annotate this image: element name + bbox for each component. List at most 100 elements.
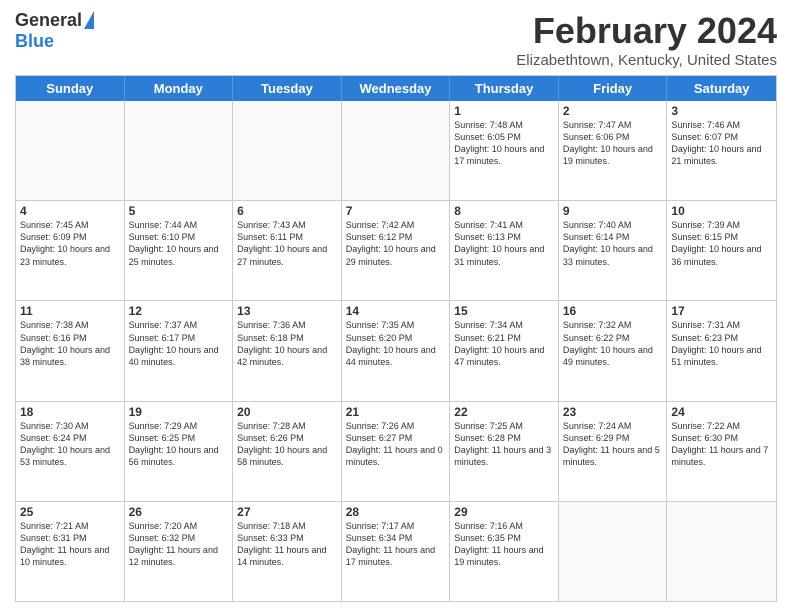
calendar-cell: 6Sunrise: 7:43 AM Sunset: 6:11 PM Daylig… [233, 201, 342, 300]
day-number: 1 [454, 104, 554, 118]
cell-info: Sunrise: 7:28 AM Sunset: 6:26 PM Dayligh… [237, 420, 337, 469]
calendar-cell: 12Sunrise: 7:37 AM Sunset: 6:17 PM Dayli… [125, 301, 234, 400]
main-title: February 2024 [516, 10, 777, 52]
cell-info: Sunrise: 7:35 AM Sunset: 6:20 PM Dayligh… [346, 319, 446, 368]
calendar-header-cell: Sunday [16, 76, 125, 101]
day-number: 15 [454, 304, 554, 318]
cell-info: Sunrise: 7:43 AM Sunset: 6:11 PM Dayligh… [237, 219, 337, 268]
cell-info: Sunrise: 7:31 AM Sunset: 6:23 PM Dayligh… [671, 319, 772, 368]
calendar-cell: 4Sunrise: 7:45 AM Sunset: 6:09 PM Daylig… [16, 201, 125, 300]
cell-info: Sunrise: 7:47 AM Sunset: 6:06 PM Dayligh… [563, 119, 663, 168]
calendar-cell: 5Sunrise: 7:44 AM Sunset: 6:10 PM Daylig… [125, 201, 234, 300]
calendar-header-cell: Wednesday [342, 76, 451, 101]
calendar-cell: 15Sunrise: 7:34 AM Sunset: 6:21 PM Dayli… [450, 301, 559, 400]
calendar-header-cell: Tuesday [233, 76, 342, 101]
calendar-cell [125, 101, 234, 200]
calendar-header: SundayMondayTuesdayWednesdayThursdayFrid… [16, 76, 776, 101]
day-number: 11 [20, 304, 120, 318]
calendar-cell [667, 502, 776, 601]
day-number: 26 [129, 505, 229, 519]
cell-info: Sunrise: 7:38 AM Sunset: 6:16 PM Dayligh… [20, 319, 120, 368]
day-number: 20 [237, 405, 337, 419]
calendar-row: 18Sunrise: 7:30 AM Sunset: 6:24 PM Dayli… [16, 402, 776, 502]
calendar-row: 1Sunrise: 7:48 AM Sunset: 6:05 PM Daylig… [16, 101, 776, 201]
logo: General Blue [15, 10, 94, 52]
calendar-row: 25Sunrise: 7:21 AM Sunset: 6:31 PM Dayli… [16, 502, 776, 601]
day-number: 10 [671, 204, 772, 218]
day-number: 18 [20, 405, 120, 419]
cell-info: Sunrise: 7:42 AM Sunset: 6:12 PM Dayligh… [346, 219, 446, 268]
cell-info: Sunrise: 7:30 AM Sunset: 6:24 PM Dayligh… [20, 420, 120, 469]
day-number: 17 [671, 304, 772, 318]
cell-info: Sunrise: 7:45 AM Sunset: 6:09 PM Dayligh… [20, 219, 120, 268]
cell-info: Sunrise: 7:17 AM Sunset: 6:34 PM Dayligh… [346, 520, 446, 569]
day-number: 23 [563, 405, 663, 419]
cell-info: Sunrise: 7:36 AM Sunset: 6:18 PM Dayligh… [237, 319, 337, 368]
day-number: 16 [563, 304, 663, 318]
calendar-header-cell: Thursday [450, 76, 559, 101]
calendar-cell: 27Sunrise: 7:18 AM Sunset: 6:33 PM Dayli… [233, 502, 342, 601]
cell-info: Sunrise: 7:34 AM Sunset: 6:21 PM Dayligh… [454, 319, 554, 368]
day-number: 29 [454, 505, 554, 519]
calendar-cell: 9Sunrise: 7:40 AM Sunset: 6:14 PM Daylig… [559, 201, 668, 300]
calendar-cell [559, 502, 668, 601]
day-number: 22 [454, 405, 554, 419]
calendar-body: 1Sunrise: 7:48 AM Sunset: 6:05 PM Daylig… [16, 101, 776, 601]
cell-info: Sunrise: 7:37 AM Sunset: 6:17 PM Dayligh… [129, 319, 229, 368]
calendar-cell: 23Sunrise: 7:24 AM Sunset: 6:29 PM Dayli… [559, 402, 668, 501]
calendar-cell: 11Sunrise: 7:38 AM Sunset: 6:16 PM Dayli… [16, 301, 125, 400]
day-number: 28 [346, 505, 446, 519]
cell-info: Sunrise: 7:21 AM Sunset: 6:31 PM Dayligh… [20, 520, 120, 569]
day-number: 13 [237, 304, 337, 318]
calendar-row: 11Sunrise: 7:38 AM Sunset: 6:16 PM Dayli… [16, 301, 776, 401]
day-number: 24 [671, 405, 772, 419]
day-number: 25 [20, 505, 120, 519]
cell-info: Sunrise: 7:44 AM Sunset: 6:10 PM Dayligh… [129, 219, 229, 268]
cell-info: Sunrise: 7:29 AM Sunset: 6:25 PM Dayligh… [129, 420, 229, 469]
day-number: 3 [671, 104, 772, 118]
day-number: 27 [237, 505, 337, 519]
logo-general: General [15, 10, 82, 31]
day-number: 7 [346, 204, 446, 218]
day-number: 5 [129, 204, 229, 218]
day-number: 12 [129, 304, 229, 318]
calendar-cell: 2Sunrise: 7:47 AM Sunset: 6:06 PM Daylig… [559, 101, 668, 200]
calendar-cell: 26Sunrise: 7:20 AM Sunset: 6:32 PM Dayli… [125, 502, 234, 601]
day-number: 19 [129, 405, 229, 419]
cell-info: Sunrise: 7:40 AM Sunset: 6:14 PM Dayligh… [563, 219, 663, 268]
calendar-cell: 7Sunrise: 7:42 AM Sunset: 6:12 PM Daylig… [342, 201, 451, 300]
cell-info: Sunrise: 7:32 AM Sunset: 6:22 PM Dayligh… [563, 319, 663, 368]
cell-info: Sunrise: 7:26 AM Sunset: 6:27 PM Dayligh… [346, 420, 446, 469]
day-number: 8 [454, 204, 554, 218]
subtitle: Elizabethtown, Kentucky, United States [516, 52, 777, 69]
calendar-cell: 14Sunrise: 7:35 AM Sunset: 6:20 PM Dayli… [342, 301, 451, 400]
calendar-cell: 10Sunrise: 7:39 AM Sunset: 6:15 PM Dayli… [667, 201, 776, 300]
calendar-cell: 22Sunrise: 7:25 AM Sunset: 6:28 PM Dayli… [450, 402, 559, 501]
calendar-cell: 25Sunrise: 7:21 AM Sunset: 6:31 PM Dayli… [16, 502, 125, 601]
calendar-cell [16, 101, 125, 200]
day-number: 4 [20, 204, 120, 218]
cell-info: Sunrise: 7:24 AM Sunset: 6:29 PM Dayligh… [563, 420, 663, 469]
logo-blue: Blue [15, 31, 54, 52]
logo-triangle-icon [84, 11, 94, 29]
calendar-cell [342, 101, 451, 200]
calendar-header-cell: Saturday [667, 76, 776, 101]
cell-info: Sunrise: 7:25 AM Sunset: 6:28 PM Dayligh… [454, 420, 554, 469]
day-number: 2 [563, 104, 663, 118]
calendar-cell: 13Sunrise: 7:36 AM Sunset: 6:18 PM Dayli… [233, 301, 342, 400]
calendar-cell: 24Sunrise: 7:22 AM Sunset: 6:30 PM Dayli… [667, 402, 776, 501]
calendar-cell: 19Sunrise: 7:29 AM Sunset: 6:25 PM Dayli… [125, 402, 234, 501]
calendar-cell: 29Sunrise: 7:16 AM Sunset: 6:35 PM Dayli… [450, 502, 559, 601]
calendar-cell: 16Sunrise: 7:32 AM Sunset: 6:22 PM Dayli… [559, 301, 668, 400]
calendar-cell: 21Sunrise: 7:26 AM Sunset: 6:27 PM Dayli… [342, 402, 451, 501]
page: General Blue February 2024 Elizabethtown… [0, 0, 792, 612]
calendar-cell: 1Sunrise: 7:48 AM Sunset: 6:05 PM Daylig… [450, 101, 559, 200]
day-number: 9 [563, 204, 663, 218]
cell-info: Sunrise: 7:18 AM Sunset: 6:33 PM Dayligh… [237, 520, 337, 569]
cell-info: Sunrise: 7:16 AM Sunset: 6:35 PM Dayligh… [454, 520, 554, 569]
calendar-cell: 28Sunrise: 7:17 AM Sunset: 6:34 PM Dayli… [342, 502, 451, 601]
calendar-cell [233, 101, 342, 200]
cell-info: Sunrise: 7:39 AM Sunset: 6:15 PM Dayligh… [671, 219, 772, 268]
calendar: SundayMondayTuesdayWednesdayThursdayFrid… [15, 75, 777, 602]
calendar-header-cell: Friday [559, 76, 668, 101]
